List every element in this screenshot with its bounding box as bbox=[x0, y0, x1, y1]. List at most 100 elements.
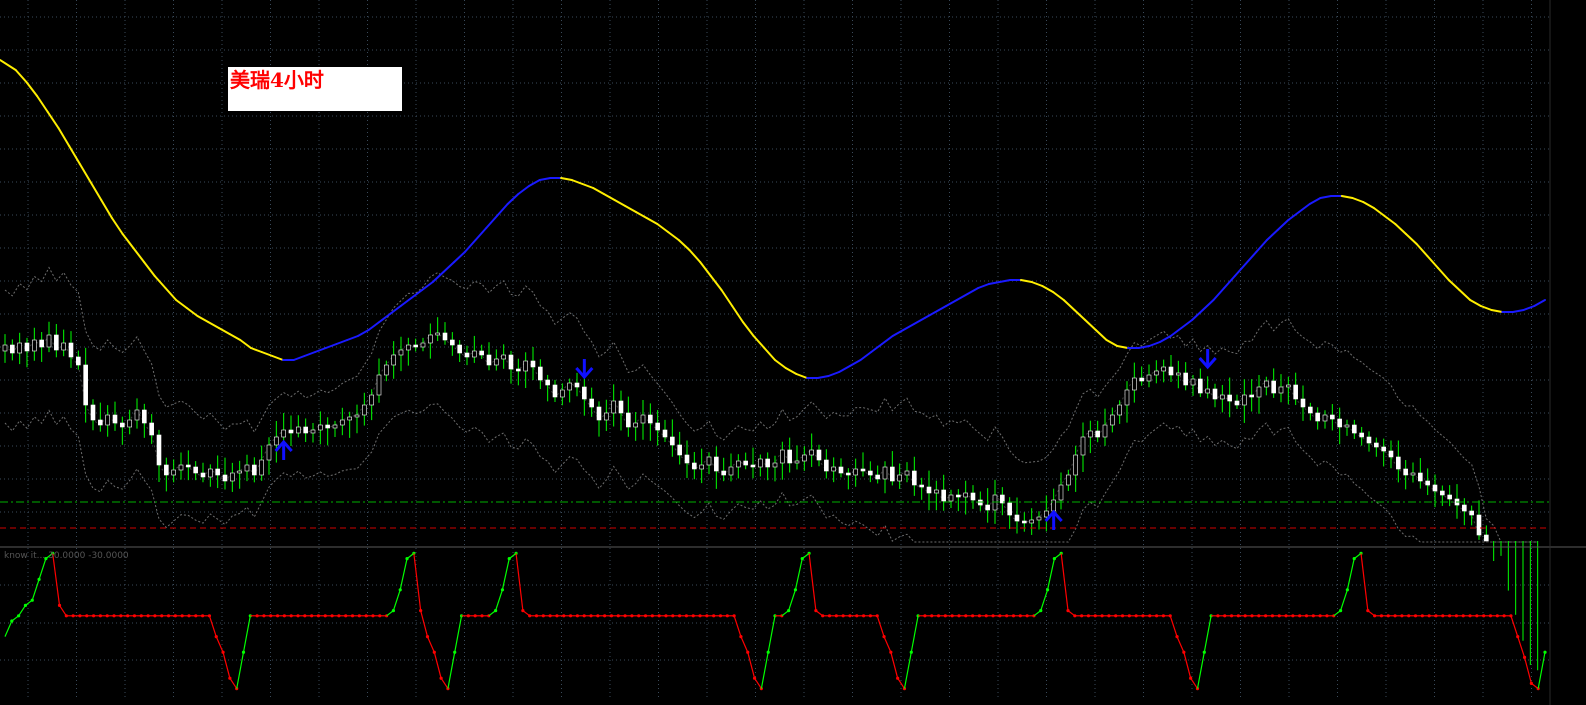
ma-segment bbox=[399, 297, 413, 307]
ma-segment bbox=[923, 311, 937, 319]
oscillator-line bbox=[4, 551, 1547, 691]
osc-segment bbox=[1340, 589, 1348, 611]
candle-body bbox=[919, 484, 924, 488]
candle bbox=[406, 337, 411, 366]
candle-body bbox=[472, 350, 477, 358]
candle-body bbox=[1095, 430, 1100, 438]
candle-body bbox=[39, 339, 44, 348]
candle-body bbox=[1469, 510, 1474, 516]
osc-segment bbox=[236, 652, 245, 689]
candle-body bbox=[824, 459, 829, 472]
candle-body bbox=[1264, 380, 1269, 388]
ma-segment bbox=[314, 347, 327, 353]
osc-segment bbox=[1203, 615, 1212, 653]
candle bbox=[457, 340, 462, 362]
osc-segment bbox=[794, 558, 803, 590]
osc-segment bbox=[433, 652, 442, 679]
candle-body bbox=[516, 368, 521, 372]
osc-segment bbox=[788, 589, 797, 611]
candle-body bbox=[54, 334, 59, 351]
candle-body bbox=[1190, 378, 1196, 386]
candle bbox=[384, 360, 389, 382]
ma-segment bbox=[1159, 335, 1172, 343]
ma-segment bbox=[1287, 211, 1301, 221]
candle-body bbox=[1278, 386, 1284, 394]
osc-segment bbox=[883, 636, 892, 653]
candle-body bbox=[846, 472, 851, 476]
candle-body bbox=[970, 492, 976, 501]
candle-body bbox=[1007, 502, 1012, 516]
candle-body bbox=[318, 424, 323, 431]
osc-segment bbox=[733, 615, 742, 637]
osc-segment bbox=[1060, 553, 1069, 611]
candle-body bbox=[354, 414, 360, 418]
candle-body bbox=[1044, 510, 1049, 518]
ma-segment bbox=[1447, 279, 1461, 291]
candle-body bbox=[538, 366, 543, 381]
candle-body bbox=[61, 342, 66, 351]
candle bbox=[120, 416, 125, 445]
candle bbox=[354, 404, 360, 434]
candle-body bbox=[699, 464, 704, 470]
ma-segment bbox=[1340, 195, 1354, 199]
ma-segment bbox=[1169, 327, 1183, 337]
candle-body bbox=[193, 466, 198, 474]
candle-body bbox=[1308, 406, 1313, 414]
candle-body bbox=[552, 384, 558, 398]
candle bbox=[1403, 459, 1408, 490]
price-levels bbox=[0, 501, 1550, 529]
candle-body bbox=[369, 394, 374, 406]
candle-body bbox=[1366, 436, 1372, 444]
candle bbox=[1374, 437, 1379, 457]
candle-body bbox=[589, 398, 594, 408]
candle-body bbox=[860, 468, 866, 472]
candle bbox=[186, 450, 191, 481]
candle-body bbox=[567, 382, 572, 391]
candle-body bbox=[1256, 386, 1262, 398]
candle bbox=[215, 455, 220, 489]
candle bbox=[1176, 360, 1181, 389]
candle-body bbox=[1036, 516, 1042, 521]
ma-segment bbox=[634, 211, 648, 219]
candle-body bbox=[98, 419, 103, 426]
candle bbox=[750, 447, 756, 479]
candle bbox=[501, 344, 506, 369]
ma-segment bbox=[185, 307, 199, 317]
candle bbox=[508, 350, 514, 384]
candle-body bbox=[486, 354, 492, 366]
candle-body bbox=[831, 466, 836, 472]
candle bbox=[237, 460, 242, 489]
candle bbox=[398, 336, 404, 372]
ma-segment bbox=[36, 95, 49, 113]
candle-body bbox=[1234, 400, 1240, 406]
ma-segment bbox=[110, 217, 124, 235]
candle bbox=[1388, 440, 1394, 469]
osc-segment bbox=[876, 615, 885, 637]
candle bbox=[244, 454, 250, 482]
osc-segment bbox=[447, 652, 456, 689]
candle bbox=[1146, 364, 1152, 388]
candle bbox=[1124, 381, 1130, 423]
candle bbox=[824, 449, 829, 479]
candle-body bbox=[1293, 384, 1298, 400]
candle-body bbox=[596, 406, 602, 421]
osc-segment bbox=[760, 652, 769, 689]
ma-segment bbox=[538, 177, 552, 181]
candle bbox=[846, 468, 851, 490]
candle-body bbox=[1205, 388, 1210, 394]
candle bbox=[516, 358, 521, 386]
ma-segment bbox=[945, 299, 958, 307]
candle-body bbox=[838, 466, 844, 474]
candle bbox=[1469, 505, 1474, 526]
candle-body bbox=[604, 412, 609, 421]
indicator-grid bbox=[0, 548, 1550, 697]
ma-segment bbox=[1265, 229, 1279, 241]
ma-segment bbox=[1212, 287, 1226, 301]
candle-body bbox=[325, 424, 330, 429]
candle bbox=[860, 452, 866, 477]
ma-segment bbox=[1019, 279, 1033, 283]
candle-body bbox=[1432, 484, 1438, 492]
candle bbox=[714, 446, 719, 489]
ma-segment bbox=[100, 199, 113, 219]
ma-segment bbox=[239, 339, 252, 349]
